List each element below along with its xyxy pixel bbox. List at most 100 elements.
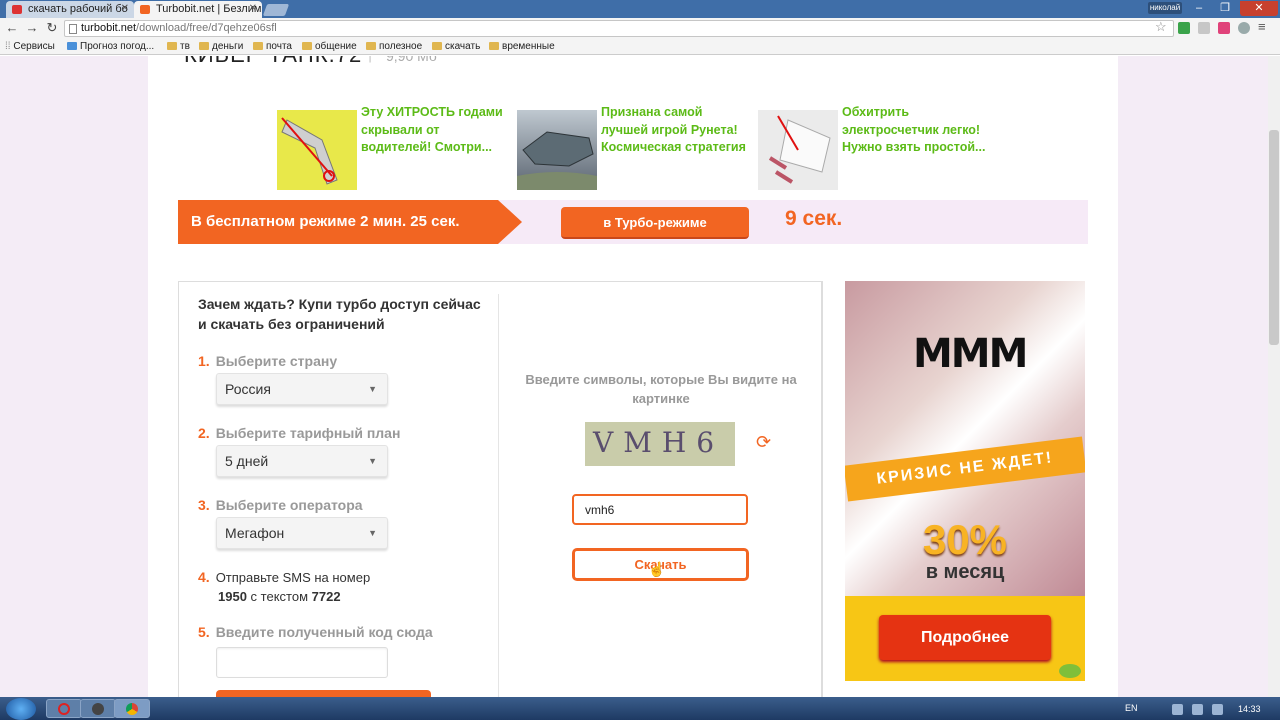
tab-title: Turbobit.net | Безлим xyxy=(156,3,262,15)
dropdown-arrow-icon: ▼ xyxy=(368,384,377,394)
back-icon[interactable]: ← xyxy=(2,18,22,38)
url-text: turbobit.net/download/free/d7qehze06sfl xyxy=(81,22,277,34)
taskbar-app-chrome[interactable] xyxy=(114,699,150,718)
spaceship-image[interactable] xyxy=(517,110,597,190)
opera-icon xyxy=(58,703,70,715)
banner-more-button[interactable]: Подробнее xyxy=(879,615,1051,660)
turbo-mode-button[interactable]: в Турбо-режиме xyxy=(561,207,749,239)
page-icon xyxy=(69,24,77,34)
offer-title: Зачем ждать? Купи турбо доступ сейчас и … xyxy=(198,296,481,332)
page-viewport: КИБЕР ТАНК.72 | 9,90 Мб Эту ХИТРОСТЬ год… xyxy=(0,56,1268,697)
profile-badge[interactable]: николай xyxy=(1148,2,1182,14)
step-operator-label: 3. Выберите оператора xyxy=(198,497,363,513)
clock[interactable]: 14:33 xyxy=(1238,704,1261,714)
step-code-label: 5. Введите полученный код сюда xyxy=(198,624,433,640)
sms-code: 7722 xyxy=(311,589,341,604)
download-mode-bar: В бесплатном режиме 2 мин. 25 сек. в Тур… xyxy=(178,200,1088,244)
start-button[interactable] xyxy=(6,698,36,720)
fuel-nozzle-image[interactable] xyxy=(277,110,357,190)
bookmark-apps[interactable]: ⁞⁞ Сервисы xyxy=(5,40,55,53)
youtube-favicon-icon xyxy=(12,5,22,14)
language-indicator[interactable]: EN xyxy=(1125,703,1138,713)
file-size: 9,90 Мб xyxy=(386,56,437,64)
bookmark-star-icon[interactable]: ☆ xyxy=(1155,19,1167,35)
game-icon xyxy=(92,703,104,715)
captcha-input[interactable] xyxy=(572,494,748,525)
new-tab-button[interactable] xyxy=(262,4,290,16)
tab-title: скачать рабочий бо xyxy=(28,3,128,15)
captcha-label: Введите символы, которые Вы видите на ка… xyxy=(525,372,797,406)
sms-number: 1950 xyxy=(218,589,247,604)
step-plan-label: 2. Выберите тарифный план xyxy=(198,425,401,441)
forward-icon[interactable]: → xyxy=(22,18,42,38)
divider xyxy=(498,294,499,697)
plan-select[interactable]: 5 дней ▼ xyxy=(216,445,388,477)
bookmark-folder[interactable]: почта xyxy=(253,40,292,53)
taskbar-app-opera[interactable] xyxy=(46,699,82,718)
sms-instructions: 4. Отправьте SMS на номер 1950 с текстом … xyxy=(198,569,371,604)
menu-icon[interactable]: ≡ xyxy=(1258,19,1266,34)
reload-icon[interactable]: ↻ xyxy=(42,18,62,38)
maximize-button[interactable]: ❐ xyxy=(1212,1,1238,16)
mmm-banner[interactable]: МММ КРИЗИС НЕ ЖДЕТ! 30% в месяц Подробне… xyxy=(845,281,1085,681)
chrome-icon xyxy=(126,703,138,715)
taskbar-app-game[interactable] xyxy=(80,699,116,718)
close-icon[interactable]: ✕ xyxy=(121,1,129,17)
free-mode-timer: В бесплатном режиме 2 мин. 25 сек. xyxy=(178,200,522,244)
ad-link-text[interactable]: Признана самой лучшей игрой Рунета! Косм… xyxy=(601,104,751,157)
bookmark-folder[interactable]: общение xyxy=(302,40,357,53)
operator-select[interactable]: Мегафон ▼ xyxy=(216,517,388,549)
scrollbar-thumb[interactable] xyxy=(1269,130,1279,345)
dropdown-arrow-icon: ▼ xyxy=(368,528,377,538)
captcha-text: VMH6 xyxy=(593,426,725,459)
bookmark-item[interactable]: Прогноз погод... xyxy=(67,40,154,53)
plug-image[interactable] xyxy=(758,110,838,190)
hand-cursor-icon: ☝ xyxy=(648,561,666,577)
close-window-button[interactable]: ✕ xyxy=(1240,1,1278,16)
turbo-time: 9 сек. xyxy=(785,207,843,230)
ad-link-text[interactable]: Эту ХИТРОСТЬ годами скрывали от водителе… xyxy=(361,104,511,157)
tray-icon[interactable] xyxy=(1172,704,1183,715)
folder-icon xyxy=(302,42,312,50)
network-icon[interactable] xyxy=(1192,704,1203,715)
captcha-image: VMH6 xyxy=(585,422,735,466)
bookmark-folder[interactable]: деньги xyxy=(199,40,243,53)
address-bar[interactable]: turbobit.net/download/free/d7qehze06sfl xyxy=(64,20,1174,37)
confirm-button[interactable] xyxy=(216,690,431,697)
bookmark-folder[interactable]: скачать xyxy=(432,40,480,53)
file-name: КИБЕР ТАНК.72 xyxy=(184,56,362,68)
folder-icon xyxy=(199,42,209,50)
folder-icon xyxy=(366,42,376,50)
extension-icon[interactable] xyxy=(1178,22,1190,34)
bookmark-folder[interactable]: тв xyxy=(167,40,190,53)
banner-logo: МММ xyxy=(913,331,1028,377)
ad-link-text[interactable]: Обхитрить электросчетчик легко! Нужно вз… xyxy=(842,104,992,157)
tab-1[interactable]: скачать рабочий бо ✕ xyxy=(6,1,134,18)
volume-icon[interactable] xyxy=(1212,704,1223,715)
taskbar xyxy=(0,697,1280,720)
folder-icon xyxy=(489,42,499,50)
folder-icon xyxy=(432,42,442,50)
extension-icon[interactable] xyxy=(1238,22,1250,34)
sms-code-input[interactable] xyxy=(216,647,388,678)
weather-icon xyxy=(67,42,77,50)
step-country-label: 1. Выберите страну xyxy=(198,353,338,369)
turbobit-favicon-icon xyxy=(140,5,150,14)
tab-2[interactable]: Turbobit.net | Безлим ✕ xyxy=(134,1,262,18)
extension-icon[interactable] xyxy=(1198,22,1210,34)
refresh-captcha-icon[interactable]: ⟳ xyxy=(756,432,771,453)
banner-month: в месяц xyxy=(925,561,1005,583)
folder-icon xyxy=(167,42,177,50)
folder-icon xyxy=(253,42,263,50)
dropdown-arrow-icon: ▼ xyxy=(368,456,377,466)
close-icon[interactable]: ✕ xyxy=(249,1,257,17)
minimize-button[interactable]: – xyxy=(1188,1,1210,16)
apps-grid-icon: ⁞⁞ xyxy=(5,41,11,52)
bookmark-folder[interactable]: полезное xyxy=(366,40,422,53)
bookmarks-bar: ⁞⁞ Сервисы Прогноз погод... тв деньги по… xyxy=(0,38,1280,55)
extension-icon[interactable] xyxy=(1218,22,1230,34)
bookmark-folder[interactable]: временные xyxy=(489,40,555,53)
separator: | xyxy=(368,56,372,64)
country-select[interactable]: Россия ▼ xyxy=(216,373,388,405)
leaf-icon xyxy=(1059,664,1081,678)
